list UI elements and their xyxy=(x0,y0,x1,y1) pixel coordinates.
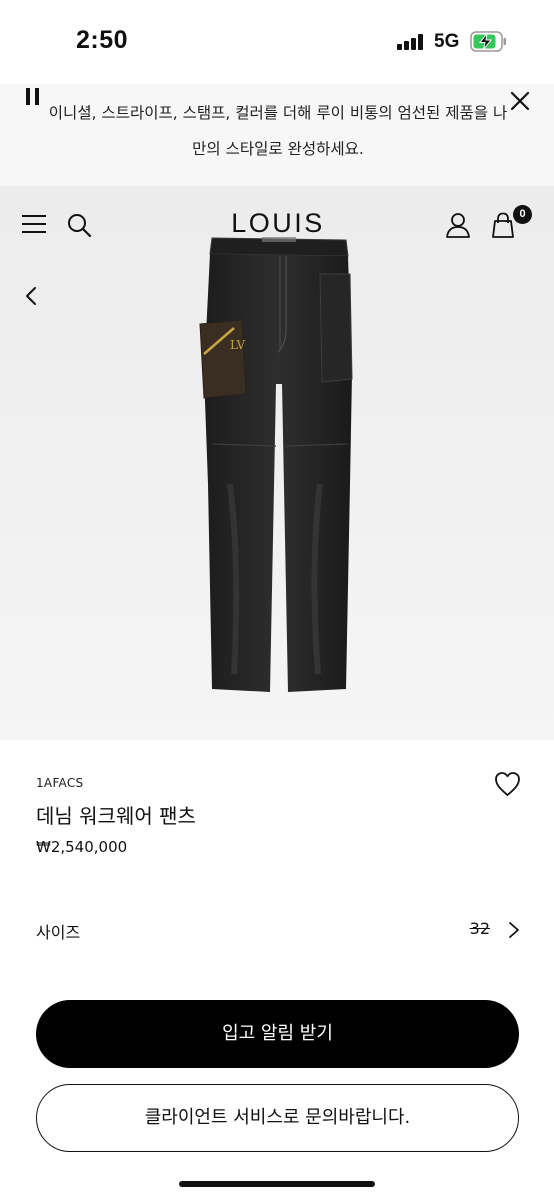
status-bar: 2:50 5G xyxy=(0,0,554,84)
promo-banner: 이니셜, 스트라이프, 스탬프, 컬러를 더해 루이 비통의 엄선된 제품을 나… xyxy=(0,84,554,186)
size-label: 사이즈 xyxy=(36,923,81,942)
status-time: 2:50 xyxy=(76,26,129,54)
bag-count-badge: 0 xyxy=(513,205,532,224)
promo-text: 이니셜, 스트라이프, 스탬프, 컬러를 더해 루이 비통의 엄선된 제품을 나… xyxy=(48,104,508,158)
product-hero: LOUIS VUITTON 0 LV xyxy=(0,186,554,740)
close-icon[interactable] xyxy=(508,89,532,113)
size-selector[interactable]: 사이즈 32 xyxy=(36,914,520,946)
svg-text:LV: LV xyxy=(230,338,246,352)
home-indicator[interactable] xyxy=(179,1181,375,1187)
product-image[interactable]: LV xyxy=(190,234,370,694)
chevron-right-icon xyxy=(509,922,519,938)
menu-icon[interactable] xyxy=(22,214,46,234)
contact-service-button[interactable]: 클라이언트 서비스로 문의바랍니다. xyxy=(36,1084,519,1152)
pause-icon[interactable] xyxy=(26,88,40,106)
signal-icon xyxy=(397,34,425,50)
battery-charging-icon xyxy=(470,31,506,52)
product-price: ₩2,540,000 xyxy=(36,838,128,856)
size-value: 32 xyxy=(469,919,490,938)
network-label: 5G xyxy=(434,31,460,52)
back-icon[interactable] xyxy=(22,285,42,307)
product-sku: 1AFACS xyxy=(36,776,84,790)
notify-restock-button[interactable]: 입고 알림 받기 xyxy=(36,1000,519,1068)
heart-icon[interactable] xyxy=(494,771,521,797)
account-icon[interactable] xyxy=(444,211,472,239)
search-icon[interactable] xyxy=(66,212,92,238)
product-name: 데님 워크웨어 팬츠 xyxy=(36,804,196,828)
